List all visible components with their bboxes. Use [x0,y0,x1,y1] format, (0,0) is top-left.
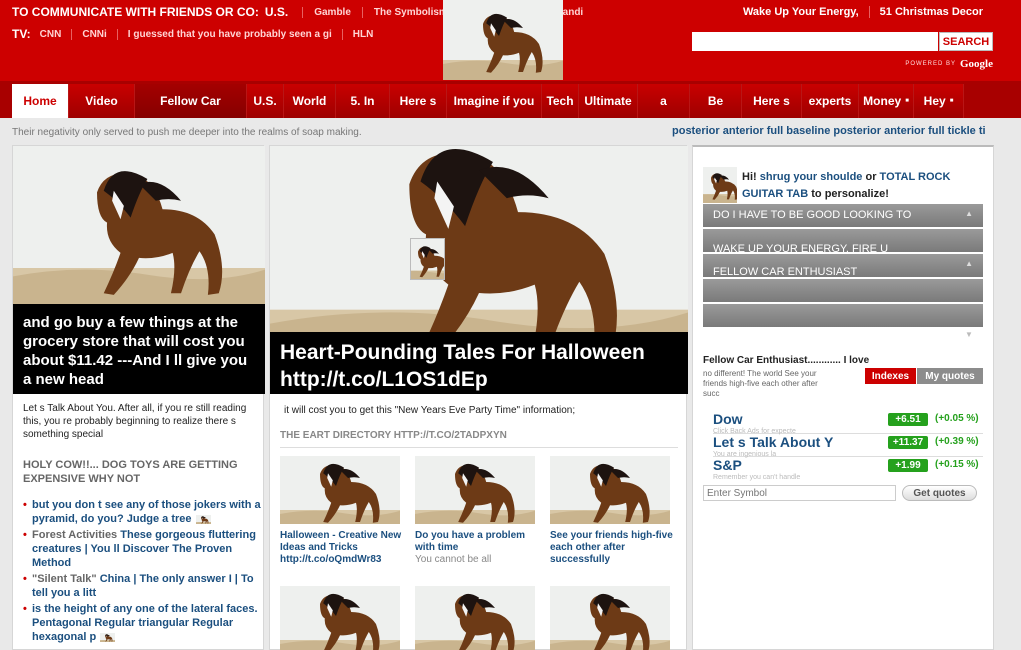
tab-indexes[interactable]: Indexes [865,368,916,384]
tile-image-5[interactable] [415,586,535,650]
fellow-car-line[interactable]: Fellow Car Enthusiast............ I love [703,355,869,366]
symbol-input[interactable] [703,485,896,501]
communicate-label: TO COMMUNICATE WITH FRIENDS OR CO: [12,5,259,19]
tab-my-quotes[interactable]: My quotes [917,368,983,384]
stock-row-sp[interactable]: S&P +1.99 (+0.15 %) Remember you can't h… [713,457,983,481]
dropdown-icon: ■ [905,98,909,104]
left-story-list: but you don t see any of those jokers wi… [23,498,261,646]
personalize-greeting: Hi! shrug your shoulde or TOTAL ROCK GUI… [742,171,951,200]
tv-link-guessed[interactable]: I guessed that you have probably seen a … [116,28,342,40]
market-blurb: no different! The world See your friends… [703,369,818,398]
nav-tab-us[interactable]: U.S. [247,84,284,118]
nav-tab-hey[interactable]: Hey ■ [914,84,964,118]
middle-column: Heart-Pounding Tales For Halloween http:… [269,145,688,650]
left-story-image[interactable] [13,146,265,306]
nav-tab-5-in[interactable]: 5. In [336,84,390,118]
header-horse-image[interactable] [443,0,563,80]
country-edition[interactable]: U.S. [265,5,288,19]
header-row-tv: TV: CNN CNNi I guessed that you have pro… [12,27,383,41]
tile-image-4[interactable] [280,586,400,650]
stock-row-lets-talk[interactable]: Let s Talk About Y +11.37 (+0.39 %) You … [713,434,983,458]
greeting-link-shrug[interactable]: shrug your shoulde [760,171,863,183]
tile-title-3[interactable]: See your friends high-five each other af… [550,530,675,566]
tv-link-cnni[interactable]: CNNi [71,28,116,40]
stock-row-dow[interactable]: Dow +6.51 (+0.05 %) Click Back Ads for e… [713,411,983,435]
tile-title-1[interactable]: Halloween - Creative New Ideas and Trick… [280,530,405,566]
tile-image-6[interactable] [550,586,670,650]
header-right-links: Wake Up Your Energy, 51 Christmas Decor [733,6,993,18]
search-button[interactable]: SEARCH [939,32,993,51]
change-badge: +1.99 [888,459,928,472]
left-column: and go buy a few things at the grocery s… [12,145,265,650]
main-intro-text: it will cost you to get this "New Years … [284,405,576,416]
change-badge: +11.37 [888,436,928,449]
chevron-down-icon[interactable]: ▼ [965,330,973,339]
horse-thumbnail [100,633,115,642]
collapse-icon: ▲ [965,209,973,218]
collapse-icon: ▲ [965,259,973,268]
nav-tab-fellow-car[interactable]: Fellow Car [135,84,247,118]
nav-tab-be[interactable]: Be [690,84,742,118]
small-horse-thumbnail[interactable] [410,238,445,280]
main-nav: Home Video Fellow Car U.S. World 5. In H… [0,81,1021,118]
nav-tab-home[interactable]: Home [12,84,69,118]
accordion-item-empty-1[interactable] [703,279,983,302]
tile-image-2[interactable] [415,456,535,524]
accordion-item-fellow-car[interactable]: FELLOW CAR ENTHUSIAST ▲ [703,254,983,277]
right-column: Hi! shrug your shoulde or TOTAL ROCK GUI… [692,145,994,650]
nav-tab-heres-2[interactable]: Here s [742,84,802,118]
google-logo: Google [960,58,993,70]
powered-by-google: POWERED BY Google [905,58,993,70]
list-item[interactable]: "Silent Talk" China | The only answer I … [23,572,261,600]
left-intro-text: Let s Talk About You. After all, if you … [23,403,247,440]
tv-link-hln[interactable]: HLN [341,28,384,40]
site-header: TO COMMUNICATE WITH FRIENDS OR CO: U.S. … [0,0,1021,81]
list-item[interactable]: is the height of any one of the lateral … [23,602,261,644]
tile-image-3[interactable] [550,456,670,524]
nav-tab-world[interactable]: World [284,84,336,118]
headline-ticker[interactable]: posterior anterior full baseline posteri… [672,125,1021,137]
list-item[interactable]: Forest Activities These gorgeous flutter… [23,528,261,570]
list-item[interactable]: but you don t see any of those jokers wi… [23,498,261,526]
header-link-christmas[interactable]: 51 Christmas Decor [868,6,993,18]
nav-tab-tech[interactable]: Tech [542,84,579,118]
tile-image-1[interactable] [280,456,400,524]
change-badge: +6.51 [888,413,928,426]
tv-link-cnn[interactable]: CNN [40,29,72,40]
left-story-headline[interactable]: and go buy a few things at the grocery s… [13,304,265,394]
dropdown-icon: ■ [949,98,954,104]
accordion-item-empty-2[interactable] [703,304,983,327]
powered-by-label: POWERED BY [905,61,956,67]
accordion-item-good-looking[interactable]: DO I HAVE TO BE GOOD LOOKING TO ▲ [703,204,983,227]
nav-tab-experts[interactable]: experts [802,84,859,118]
accordion-item-wake-up[interactable]: WAKE UP YOUR ENERGY, FIRE U [703,229,983,252]
tv-label: TV: [12,27,31,41]
nav-tab-ultimate[interactable]: Ultimate [579,84,638,118]
directory-section-heading[interactable]: THE EART DIRECTORY HTTP://T.CO/2TADPXYN [280,430,678,448]
nav-tab-a[interactable]: a [638,84,690,118]
horse-thumbnail [196,515,211,524]
tile-title-2[interactable]: Do you have a problem with time You canno… [415,530,540,566]
search-input[interactable] [692,32,938,51]
avatar[interactable] [703,167,737,203]
header-link-gamble[interactable]: Gamble [302,6,362,18]
get-quotes-button[interactable]: Get quotes [902,485,977,501]
nav-tab-imagine[interactable]: Imagine if you [447,84,542,118]
header-link-wake-up[interactable]: Wake Up Your Energy, [733,6,869,18]
nav-tab-money[interactable]: Money ■ [859,84,914,118]
tagline: Their negativity only served to push me … [12,127,362,138]
nav-tab-video[interactable]: Video [69,84,135,118]
nav-tab-heres-1[interactable]: Here s [390,84,447,118]
left-section-heading[interactable]: HOLY COW!!... DOG TOYS ARE GETTING EXPEN… [23,458,258,486]
main-story-image[interactable] [270,146,688,334]
main-story-headline[interactable]: Heart-Pounding Tales For Halloween http:… [270,332,688,394]
